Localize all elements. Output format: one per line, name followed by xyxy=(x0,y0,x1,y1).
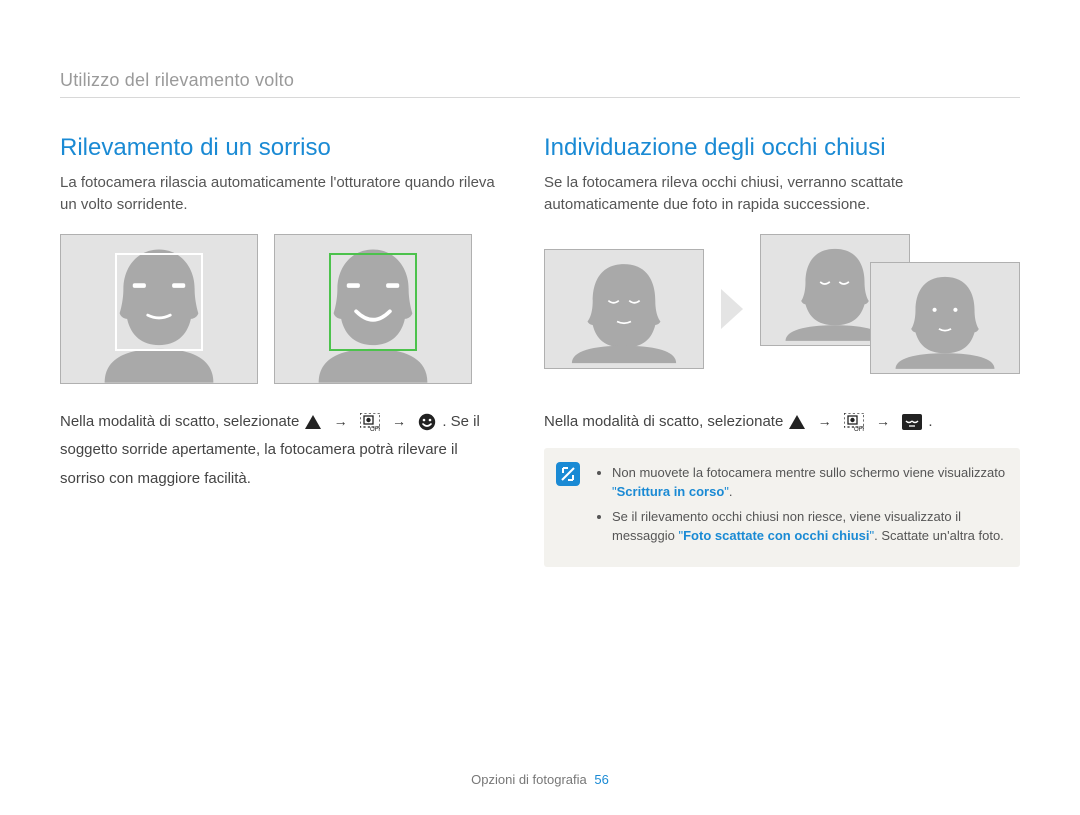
smile-example-smiling xyxy=(274,234,472,384)
arrow-sep-icon: → xyxy=(392,408,406,435)
up-triangle-icon xyxy=(789,415,805,429)
arrow-sep-icon: → xyxy=(876,408,890,435)
instr-suffix: . xyxy=(928,413,932,430)
page-number: 56 xyxy=(594,772,608,787)
smile-examples-row xyxy=(60,234,496,384)
blink-examples-row xyxy=(544,234,1020,384)
blink-result-open xyxy=(870,262,1020,374)
smile-face-icon xyxy=(418,413,436,431)
intro-text-left: La fotocamera rilascia automaticamente l… xyxy=(60,172,496,216)
face-off-icon: OFF xyxy=(360,413,380,431)
section-title-right: Individuazione degli occhi chiusi xyxy=(544,134,1020,162)
smile-example-neutral xyxy=(60,234,258,384)
face-detect-rectangle xyxy=(329,253,417,351)
arrow-right-faint-icon xyxy=(720,279,744,339)
section-blink-detection: Individuazione degli occhi chiusi Se la … xyxy=(544,134,1020,567)
note-info-icon xyxy=(556,462,580,486)
instruction-left: Nella modalità di scatto, selezionate → … xyxy=(60,413,480,487)
blink-example-closed xyxy=(544,249,704,369)
note-item-1: Non muovete la fotocamera mentre sullo s… xyxy=(612,464,1006,502)
footer-label: Opzioni di fotografia xyxy=(471,772,587,787)
person-silhouette xyxy=(880,268,1010,373)
svg-text:OFF: OFF xyxy=(370,427,380,431)
note-item-2: Se il rilevamento occhi chiusi non riesc… xyxy=(612,508,1006,546)
person-silhouette xyxy=(554,255,693,367)
page-footer: Opzioni di fotografia 56 xyxy=(0,772,1080,787)
note1-pre: Non muovete la fotocamera mentre sullo s… xyxy=(612,465,1005,480)
blink-result-stack xyxy=(760,234,1020,384)
note1-quote: Scrittura in corso xyxy=(617,484,725,499)
note1-post: . xyxy=(729,484,733,499)
intro-text-right: Se la fotocamera rileva occhi chiusi, ve… xyxy=(544,172,1020,216)
face-off-icon: OFF xyxy=(844,413,864,431)
note2-post: . Scattate un'altra foto. xyxy=(874,528,1004,543)
instr-prefix: Nella modalità di scatto, selezionate xyxy=(544,413,783,430)
section-smile-detection: Rilevamento di un sorriso La fotocamera … xyxy=(60,134,496,567)
instruction-right: Nella modalità di scatto, selezionate → … xyxy=(544,413,933,430)
breadcrumb: Utilizzo del rilevamento volto xyxy=(60,70,1020,98)
note-box: Non muovete la fotocamera mentre sullo s… xyxy=(544,448,1020,567)
arrow-sep-icon: → xyxy=(818,408,832,435)
face-detect-rectangle xyxy=(115,253,203,351)
blink-icon xyxy=(902,414,922,430)
arrow-sep-icon: → xyxy=(334,408,348,435)
note2-quote: Foto scattate con occhi chiusi xyxy=(683,528,869,543)
section-title-left: Rilevamento di un sorriso xyxy=(60,134,496,162)
up-triangle-icon xyxy=(305,415,321,429)
svg-text:OFF: OFF xyxy=(854,427,864,431)
instr-prefix: Nella modalità di scatto, selezionate xyxy=(60,413,299,430)
